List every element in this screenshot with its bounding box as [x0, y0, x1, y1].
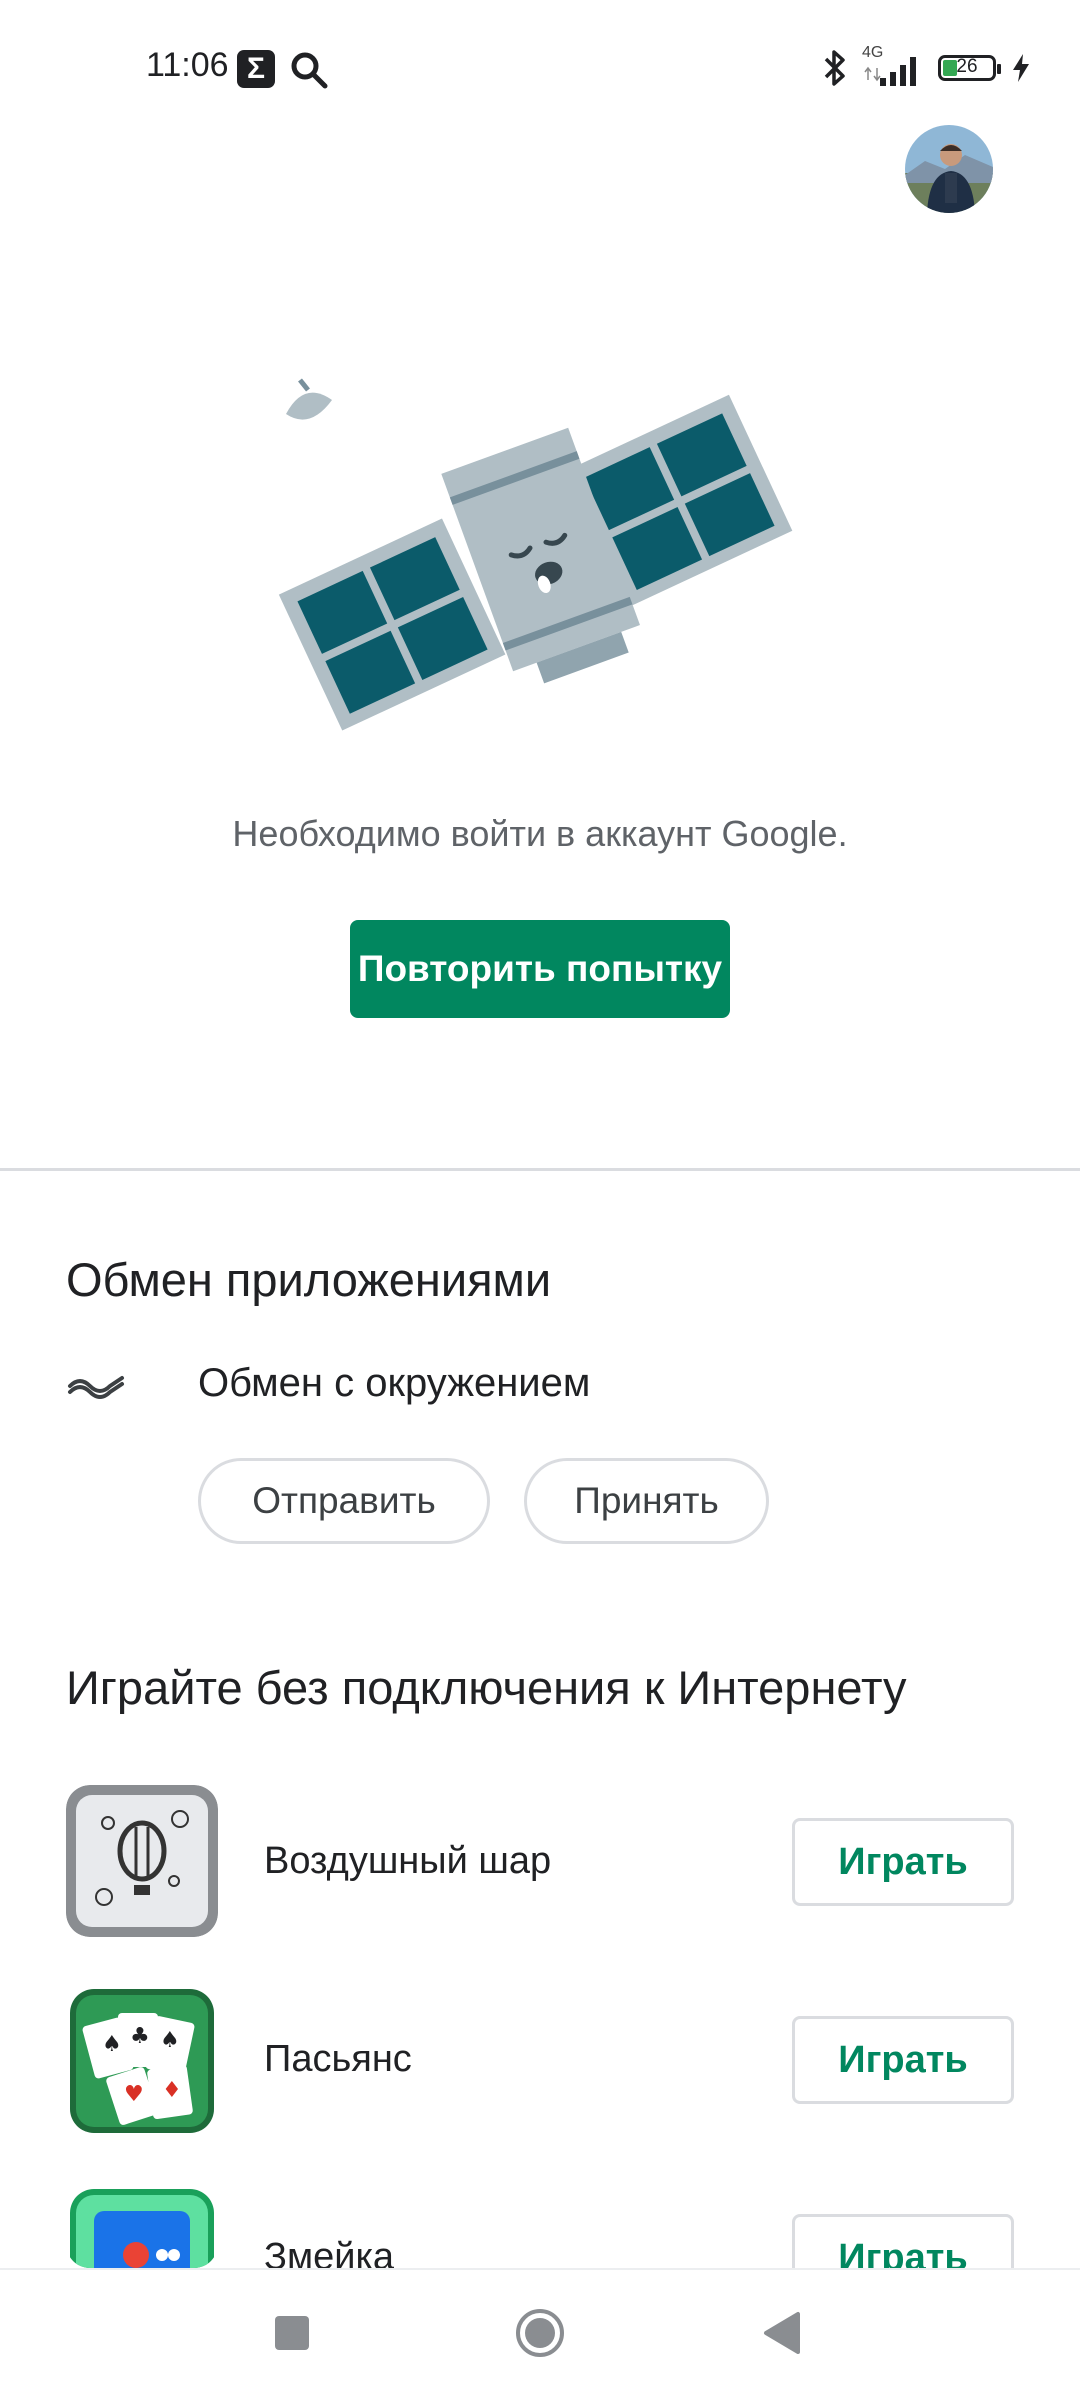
- snake-game-icon[interactable]: [66, 2185, 218, 2268]
- balloon-game-icon[interactable]: [66, 1785, 218, 1937]
- nearby-share-row: [66, 1360, 126, 1416]
- svg-text:♥: ♥: [124, 2082, 144, 2107]
- receive-button[interactable]: Принять: [524, 1458, 769, 1544]
- svg-text:♣: ♣: [130, 2024, 150, 2049]
- play-button[interactable]: Играть: [792, 2016, 1014, 2104]
- svg-text:♠: ♠: [102, 2032, 122, 2057]
- retry-button[interactable]: Повторить попытку: [350, 920, 730, 1018]
- solitaire-game-icon[interactable]: ♠ ♣ ♠ ♥ ♦: [66, 1985, 218, 2137]
- play-button[interactable]: Играть: [792, 2214, 1014, 2268]
- play-button[interactable]: Играть: [792, 1818, 1014, 1906]
- divider: [0, 1168, 1080, 1171]
- svg-text:♠: ♠: [160, 2028, 180, 2053]
- svg-text:♦: ♦: [162, 2078, 182, 2103]
- avatar-photo: [905, 125, 993, 213]
- status-icons: 4G 26: [822, 44, 1032, 90]
- battery-icon: 26: [938, 55, 1001, 81]
- back-button[interactable]: [762, 2310, 802, 2356]
- nearby-share-icon: [68, 1376, 124, 1399]
- status-time: 11:06: [146, 46, 229, 84]
- cell-signal: 4G: [862, 44, 924, 88]
- satellite-illustration: [278, 378, 793, 731]
- home-button[interactable]: [514, 2307, 566, 2359]
- offline-games-title: Играйте без подключения к Интернету: [66, 1661, 907, 1714]
- signal-bars-icon: [864, 57, 916, 86]
- recents-button[interactable]: [275, 2316, 309, 2350]
- app-sharing-title: Обмен приложениями: [66, 1253, 552, 1306]
- battery-level: 26: [956, 56, 978, 77]
- game-name: Воздушный шар: [264, 1840, 552, 1882]
- bluetooth-icon: [824, 50, 845, 86]
- search-icon: [291, 52, 328, 89]
- charging-icon: [1013, 54, 1029, 82]
- sigma-notification-icon: Σ: [237, 50, 275, 88]
- signin-required-message: Необходимо войти в аккаунт Google.: [232, 813, 848, 854]
- game-name: Пасьянс: [264, 2038, 412, 2080]
- account-avatar[interactable]: [905, 125, 993, 213]
- nearby-share-label: Обмен с окружением: [198, 1361, 591, 1405]
- send-button[interactable]: Отправить: [198, 1458, 490, 1544]
